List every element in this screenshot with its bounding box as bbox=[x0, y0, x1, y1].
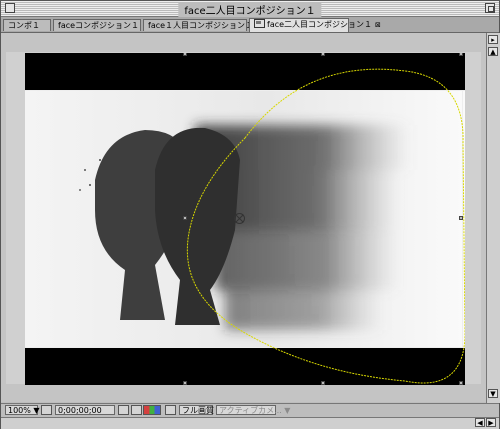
tab-label: face１人目コンポジション１ bbox=[148, 21, 254, 30]
zoom-select[interactable]: 100% ▼ bbox=[5, 405, 40, 415]
scroll-right-icon[interactable]: ▶ bbox=[486, 418, 496, 427]
tab-face-comp1[interactable]: faceコンポジション１ bbox=[53, 19, 141, 31]
timecode-value: 0;00;00;00 bbox=[58, 406, 102, 415]
tab-label: face二人目コンポジション１ bbox=[267, 20, 373, 29]
anchor-point-icon[interactable] bbox=[234, 213, 245, 224]
tab-label: faceコンポジション１ bbox=[58, 21, 140, 30]
tab-bar: コンポ１ faceコンポジション１ face１人目コンポジション１ face二人… bbox=[1, 17, 499, 33]
composition-viewer[interactable] bbox=[1, 33, 486, 402]
title-bar[interactable]: face二人目コンポジション１ bbox=[1, 1, 499, 17]
layer-handle[interactable] bbox=[321, 53, 325, 56]
tab-label: コンポ１ bbox=[8, 21, 40, 30]
region-icon[interactable] bbox=[165, 405, 176, 415]
tab-face-first-person-comp1[interactable]: face１人目コンポジション１ bbox=[143, 19, 253, 31]
scroll-up-icon[interactable]: ▲ bbox=[488, 47, 498, 56]
resolution-select[interactable]: フル画質 ▼ bbox=[179, 405, 223, 415]
close-icon[interactable]: ⊠ bbox=[375, 21, 381, 29]
scroll-down-icon[interactable]: ▼ bbox=[488, 389, 498, 398]
camera-value: アクティブカメ... bbox=[219, 406, 282, 415]
zoom-icon[interactable] bbox=[485, 3, 495, 13]
tab-face-second-person-comp1[interactable]: face二人目コンポジション１ ⊠ bbox=[249, 18, 381, 32]
composition-frame[interactable] bbox=[25, 53, 465, 385]
vertical-scrollbar[interactable]: ▸ ▲ ▼ bbox=[486, 33, 500, 403]
motion-path[interactable] bbox=[25, 53, 465, 385]
layer-handle[interactable] bbox=[183, 381, 187, 385]
grid-icon[interactable] bbox=[41, 405, 52, 415]
layer-handle[interactable] bbox=[183, 216, 187, 220]
scroll-left-icon[interactable]: ◀ bbox=[475, 418, 485, 427]
horizontal-scrollbar[interactable]: ◀ ▶ bbox=[1, 417, 499, 429]
viewer-status-bar: 100% ▼ 0;00;00;00 フル画質 ▼ アクティブカメ... ▼ bbox=[1, 403, 499, 417]
composition-icon bbox=[254, 19, 265, 28]
camera-select[interactable]: アクティブカメ... ▼ bbox=[216, 405, 290, 415]
resolution-value: フル画質 bbox=[182, 406, 214, 415]
person-icon[interactable] bbox=[131, 405, 142, 415]
close-icon[interactable] bbox=[5, 3, 15, 13]
rgb-channels-icon[interactable] bbox=[143, 405, 161, 415]
layer-handle[interactable] bbox=[459, 53, 463, 56]
timecode-field[interactable]: 0;00;00;00 bbox=[55, 405, 115, 415]
layer-handle[interactable] bbox=[459, 216, 463, 220]
tab-comp1[interactable]: コンポ１ bbox=[3, 19, 51, 31]
camera-icon[interactable] bbox=[118, 405, 129, 415]
layer-handle[interactable] bbox=[183, 53, 187, 56]
menu-arrow-icon[interactable]: ▸ bbox=[488, 35, 498, 44]
layer-handle[interactable] bbox=[459, 381, 463, 385]
zoom-value: 100% bbox=[8, 406, 31, 415]
window-title: face二人目コンポジション１ bbox=[178, 2, 322, 17]
layer-handle[interactable] bbox=[321, 381, 325, 385]
composition-window: face二人目コンポジション１ コンポ１ faceコンポジション１ face１人… bbox=[0, 0, 500, 429]
